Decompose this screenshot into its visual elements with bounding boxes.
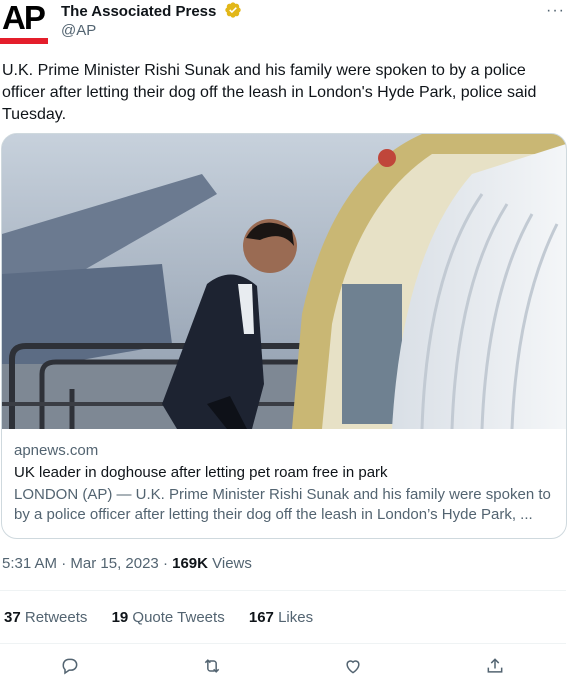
divider: [0, 590, 566, 591]
card-image-illustration: [2, 134, 566, 430]
views-count: 169K: [172, 555, 208, 572]
reply-icon[interactable]: [60, 656, 82, 678]
quotes-count: 19: [111, 609, 129, 626]
tweet-text: U.K. Prime Minister Rishi Sunak and his …: [2, 62, 537, 123]
card-title: UK leader in doghouse after letting pet …: [14, 464, 388, 481]
likes-label: Likes: [273, 609, 314, 626]
card-domain: apnews.com: [14, 442, 99, 459]
link-card[interactable]: apnews.com UK leader in doghouse after l…: [1, 133, 567, 539]
avatar[interactable]: AP: [0, 0, 48, 46]
author-handle[interactable]: @AP: [61, 22, 96, 39]
tweet: AP The Associated Press @AP ··· U.K. Pri…: [0, 0, 579, 681]
author-name-text: The Associated Press: [61, 3, 217, 20]
meta-separator-2: ·: [158, 555, 173, 572]
author-display-name[interactable]: The Associated Press: [61, 1, 242, 20]
views-label: Views: [207, 555, 252, 572]
retweets-stat[interactable]: 37 Retweets: [4, 609, 87, 626]
share-icon[interactable]: [485, 656, 507, 678]
tweet-meta: 5:31 AM · Mar 15, 2023 · 169K Views: [2, 555, 252, 572]
quotes-stat[interactable]: 19 Quote Tweets: [112, 609, 225, 626]
card-image[interactable]: [2, 134, 566, 430]
verified-badge-icon[interactable]: [224, 1, 242, 19]
avatar-logo-text: AP: [2, 0, 46, 36]
more-options-icon[interactable]: ···: [546, 2, 565, 20]
quotes-label: Quote Tweets: [128, 609, 225, 626]
tweet-actions: [0, 656, 566, 680]
retweet-icon[interactable]: [202, 656, 224, 678]
retweets-label: Retweets: [20, 609, 88, 626]
tweet-time[interactable]: 5:31 AM: [2, 555, 57, 572]
card-description: LONDON (AP) — U.K. Prime Minister Rishi …: [14, 486, 551, 523]
tweet-date[interactable]: Mar 15, 2023: [70, 555, 158, 572]
divider-2: [0, 643, 566, 644]
like-icon[interactable]: [343, 656, 365, 678]
likes-count: 167: [248, 609, 274, 626]
tweet-stats: 37 Retweets 19 Quote Tweets 167 Likes: [4, 609, 333, 626]
likes-stat[interactable]: 167 Likes: [249, 609, 313, 626]
card-meta: apnews.com UK leader in doghouse after l…: [14, 441, 559, 525]
meta-separator: ·: [57, 555, 71, 572]
avatar-logo-bar: [0, 38, 48, 44]
retweets-count: 37: [4, 609, 21, 626]
